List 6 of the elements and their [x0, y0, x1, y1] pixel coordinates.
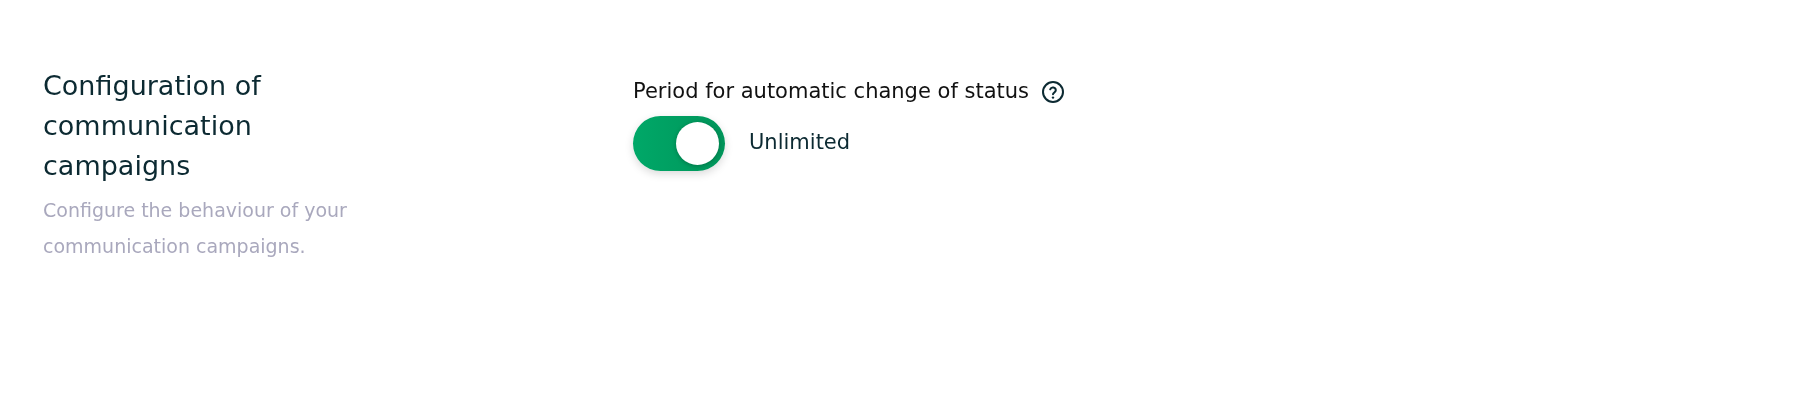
toggle-value: Unlimited	[749, 129, 851, 157]
section-description: Configure the behaviour of your communication campaigns.	[43, 198, 348, 259]
help-icon[interactable]	[1041, 79, 1065, 104]
toggle-switch[interactable]	[633, 115, 725, 171]
setting-label: Period for automatic change of status	[633, 78, 1029, 105]
section-title: Configuration of communication campaigns	[43, 69, 263, 183]
